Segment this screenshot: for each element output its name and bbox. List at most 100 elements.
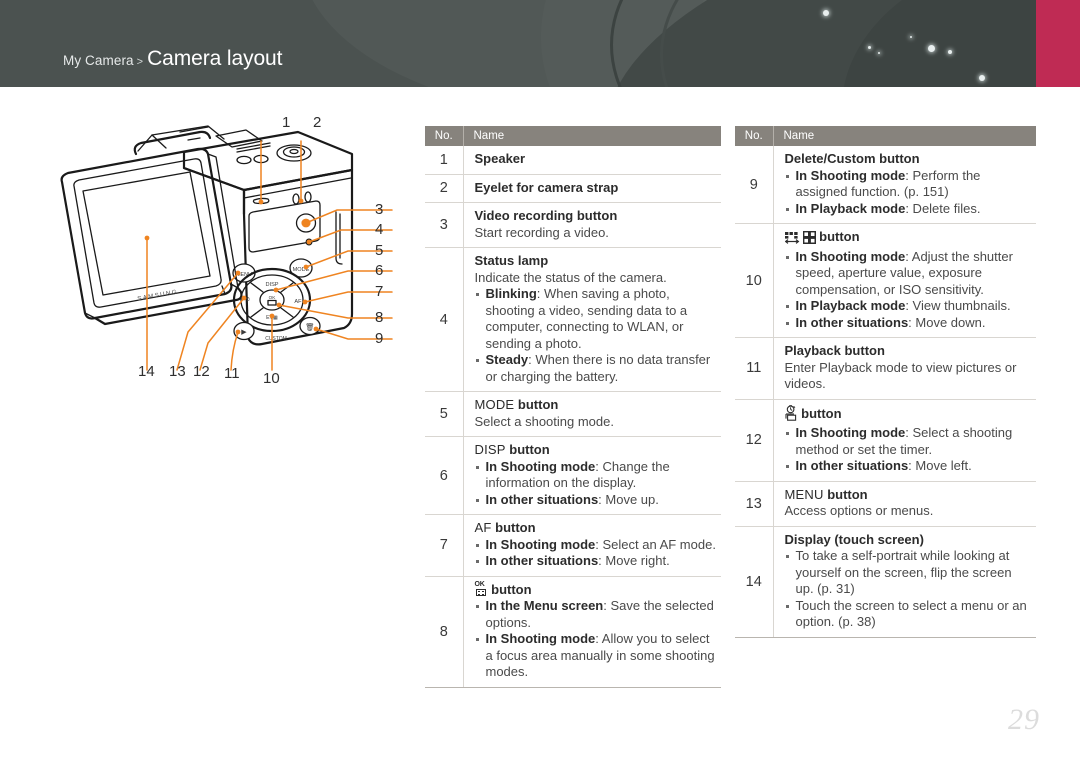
part-title: OK button [475, 581, 718, 599]
callout-13: 13 [169, 363, 186, 380]
bullet-item: Steady: When there is no data transfer o… [475, 352, 718, 385]
callout-4: 4 [375, 221, 384, 238]
camera-parts-table-right: No. Name 9 Delete/Custom button In Shoot… [735, 126, 1036, 638]
table-header-row: No. Name [425, 126, 721, 146]
part-description: Select a shooting mode. [474, 413, 614, 429]
row-name: Display (touch screen) To take a self-po… [773, 526, 1036, 638]
row-name: button In Shooting mode: Select a shooti… [773, 399, 1036, 482]
bullet-text: : View thumbnails. [905, 298, 1011, 313]
part-bullet-list: In the Menu screen: Save the selected op… [475, 598, 718, 681]
table-header-row: No. Name [735, 126, 1036, 146]
table-row: 12 button In Shooting mode: Select a sho… [735, 399, 1036, 482]
callout-5: 5 [375, 242, 384, 259]
svg-text:OK: OK [269, 295, 277, 300]
part-title-suffix: button [801, 405, 842, 421]
bullet-item: In other situations: Move left. [785, 458, 1033, 475]
mode-button-label: MODE [474, 397, 515, 412]
part-description: Access options or menus. [784, 503, 934, 518]
row-number: 1 [425, 146, 464, 175]
thumbnail-grid-icon [802, 231, 816, 249]
svg-text:⏱: ⏱ [246, 297, 250, 303]
part-title: Delete/Custom button [784, 151, 920, 166]
bullet-item: In Shooting mode: Select an AF mode. [475, 537, 718, 554]
part-title: button [784, 404, 1033, 426]
part-title: Video recording button [474, 208, 618, 223]
bullet-item: In the Menu screen: Save the selected op… [475, 598, 718, 631]
callout-9: 9 [375, 330, 384, 347]
table-row: 10 button In Shooting mode: Adjust the s… [735, 223, 1036, 338]
table-row: 9 Delete/Custom button In Shooting mode:… [735, 146, 1036, 224]
row-number: 9 [735, 146, 774, 224]
part-bullet-list: In Shooting mode: Change the information… [475, 459, 718, 509]
bullet-lead: Steady [485, 352, 529, 367]
disp-button-label: DISP [474, 442, 506, 457]
bullet-text: Touch the screen to select a menu or an … [795, 597, 1027, 630]
bullet-lead: In Shooting mode [795, 167, 906, 183]
bullet-item: In other situations: Move down. [785, 315, 1033, 332]
table-row: 1 Speaker [425, 146, 721, 175]
bullet-item: In other situations: Move up. [475, 492, 718, 509]
bullet-lead: In Playback mode [795, 298, 906, 313]
bullet-item: In other situations: Move right. [475, 553, 718, 570]
sparkle-icon [910, 36, 912, 38]
part-title: DISP button [475, 442, 718, 459]
page-header: My Camera > Camera layout [0, 0, 1080, 87]
callout-6: 6 [375, 262, 384, 279]
table-row: 6 DISP button In Shooting mode: Change t… [425, 436, 721, 515]
bullet-text: : Move down. [908, 314, 986, 330]
bullet-text: : Move left. [908, 458, 972, 473]
row-number: 2 [425, 174, 464, 203]
row-name: OK button In the Menu screen: Save the s… [463, 576, 721, 688]
part-title-suffix: button [491, 520, 536, 535]
bullet-item: In Playback mode: View thumbnails. [785, 298, 1033, 315]
callout-1: 1 [282, 114, 291, 131]
column-header-name: Name [462, 126, 721, 146]
row-number: 12 [735, 399, 774, 482]
row-number: 3 [425, 202, 464, 248]
part-description: Start recording a video. [474, 224, 609, 240]
part-bullet-list: In Shooting mode: Select a shooting meth… [785, 425, 1033, 475]
svg-text:🗑: 🗑 [305, 323, 315, 332]
column-header-name: Name [772, 126, 1036, 146]
part-title-suffix: button [514, 397, 559, 412]
bullet-item: In Shooting mode: Perform the assigned f… [785, 168, 1033, 201]
row-number: 11 [735, 337, 774, 400]
header-divider [0, 87, 1080, 90]
table-row: 13 MENU button Access options or menus. [735, 481, 1036, 527]
header-accent-bar [1036, 0, 1080, 87]
bullet-lead: In other situations [485, 553, 599, 568]
bullet-item: To take a self-portrait while looking at… [785, 548, 1033, 598]
bullet-lead: In Shooting mode [485, 631, 596, 646]
column-header-no: No. [735, 126, 773, 146]
table-row: 7 AF button In Shooting mode: Select an … [425, 514, 721, 577]
row-name: button In Shooting mode: Adjust the shut… [773, 223, 1036, 338]
part-title-suffix: button [819, 229, 860, 244]
row-name: DISP button In Shooting mode: Change the… [463, 436, 721, 515]
row-name: MENU button Access options or menus. [773, 481, 1036, 527]
table-row: 5 MODE button Select a shooting mode. [425, 391, 721, 437]
bullet-item: In Shooting mode: Adjust the shutter spe… [785, 249, 1033, 299]
sparkle-icon [823, 10, 829, 16]
breadcrumb-separator: > [136, 56, 144, 68]
row-name: Playback button Enter Playback mode to v… [773, 337, 1036, 400]
bullet-lead: In Playback mode [795, 200, 906, 216]
exposure-adjust-icon [784, 232, 800, 249]
part-bullet-list: Blinking: When saving a photo, shooting … [475, 286, 718, 385]
breadcrumb: My Camera > Camera layout [63, 47, 282, 71]
manual-page: My Camera>Camera layout .bk { fill:none;… [0, 0, 1080, 765]
part-title: AF button [475, 520, 718, 537]
svg-text:DISP: DISP [265, 282, 278, 288]
table-row: 14 Display (touch screen) To take a self… [735, 526, 1036, 638]
part-title-suffix: button [491, 581, 532, 597]
breadcrumb-parent[interactable]: My Camera [63, 53, 134, 68]
part-title: Display (touch screen) [784, 531, 924, 547]
callout-10: 10 [263, 370, 280, 387]
row-number: 10 [735, 223, 774, 338]
row-number: 13 [735, 481, 774, 527]
bullet-lead: In other situations [795, 458, 909, 473]
sparkle-icon [878, 52, 880, 54]
row-number: 5 [425, 391, 464, 437]
part-bullet-list: To take a self-portrait while looking at… [785, 548, 1033, 631]
bullet-item: Touch the screen to select a menu or an … [785, 598, 1033, 631]
callout-3: 3 [375, 201, 384, 218]
